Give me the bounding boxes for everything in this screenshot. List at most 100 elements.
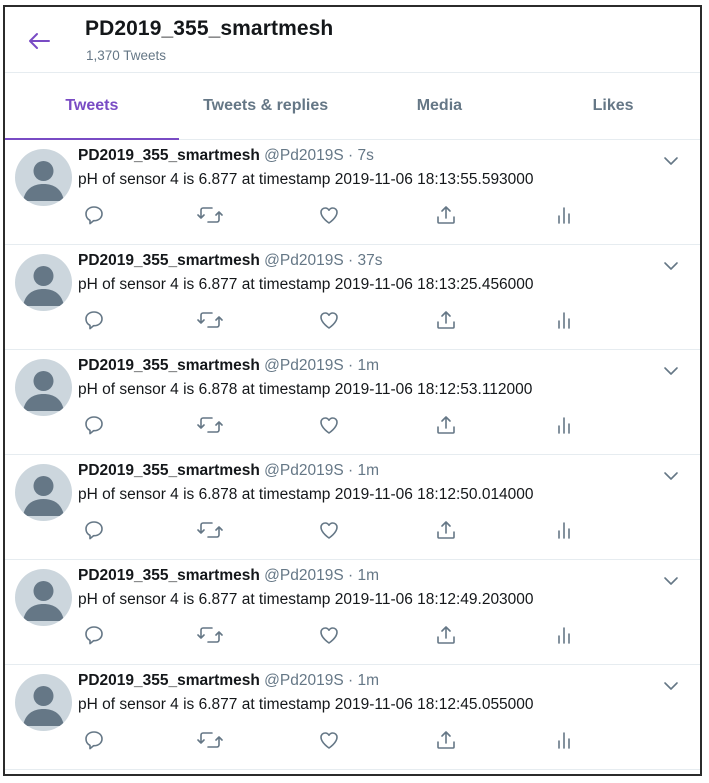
- tweet-separator: ·: [347, 567, 354, 584]
- share-icon: [435, 729, 457, 751]
- default-avatar-icon: [15, 149, 72, 206]
- tab-tweets[interactable]: Tweets: [5, 73, 179, 140]
- tweet-timestamp[interactable]: 1m: [357, 672, 379, 689]
- tweet[interactable]: PD2019_355_smartmesh @Pd2019S · 1m pH of…: [5, 665, 700, 770]
- analytics-button[interactable]: [552, 623, 576, 647]
- reply-icon: [83, 309, 105, 331]
- tweet[interactable]: PD2019_355_smartmesh @Pd2019S · 1m pH of…: [5, 560, 700, 665]
- share-button[interactable]: [434, 518, 458, 542]
- tweet-author-handle: @Pd2019S: [264, 252, 344, 269]
- tweet-author-name[interactable]: PD2019_355_smartmesh: [78, 672, 260, 689]
- tweet-timestamp[interactable]: 1m: [357, 567, 379, 584]
- tweet-timestamp[interactable]: 7s: [357, 147, 373, 164]
- share-icon: [435, 414, 457, 436]
- retweet-button[interactable]: [197, 203, 223, 227]
- like-button[interactable]: [317, 518, 341, 542]
- tweet-author-name[interactable]: PD2019_355_smartmesh: [78, 252, 260, 269]
- reply-button[interactable]: [82, 308, 106, 332]
- tweet-timestamp[interactable]: 1m: [357, 462, 379, 479]
- tweet-author-name[interactable]: PD2019_355_smartmesh: [78, 462, 260, 479]
- reply-icon: [83, 414, 105, 436]
- chevron-down-icon: [662, 258, 680, 274]
- tweet-menu-button[interactable]: [662, 363, 680, 379]
- avatar[interactable]: [15, 674, 72, 731]
- like-button[interactable]: [317, 203, 341, 227]
- retweet-icon: [197, 519, 223, 541]
- reply-button[interactable]: [82, 203, 106, 227]
- tweet-author-name[interactable]: PD2019_355_smartmesh: [78, 147, 260, 164]
- avatar[interactable]: [15, 464, 72, 521]
- retweet-button[interactable]: [197, 623, 223, 647]
- reply-icon: [83, 624, 105, 646]
- tweet-menu-button[interactable]: [662, 573, 680, 589]
- reply-button[interactable]: [82, 728, 106, 752]
- arrow-left-icon: [28, 32, 50, 50]
- tab-likes[interactable]: Likes: [526, 73, 700, 139]
- share-icon: [435, 204, 457, 226]
- tweet-author-name[interactable]: PD2019_355_smartmesh: [78, 357, 260, 374]
- tweet-separator: ·: [347, 462, 354, 479]
- like-button[interactable]: [317, 623, 341, 647]
- analytics-icon: [553, 624, 575, 646]
- tweet-separator: ·: [347, 252, 354, 269]
- analytics-button[interactable]: [552, 728, 576, 752]
- analytics-icon: [553, 414, 575, 436]
- tweet-text: pH of sensor 4 is 6.877 at timestamp 201…: [78, 276, 534, 293]
- analytics-button[interactable]: [552, 308, 576, 332]
- analytics-button[interactable]: [552, 413, 576, 437]
- avatar[interactable]: [15, 359, 72, 416]
- like-button[interactable]: [317, 728, 341, 752]
- tweet[interactable]: PD2019_355_smartmesh @Pd2019S · 1m pH of…: [5, 455, 700, 560]
- analytics-button[interactable]: [552, 203, 576, 227]
- like-icon: [318, 519, 340, 541]
- retweet-button[interactable]: [197, 308, 223, 332]
- tab-tweets-and-replies[interactable]: Tweets & replies: [179, 73, 353, 139]
- reply-button[interactable]: [82, 518, 106, 542]
- tab-media[interactable]: Media: [353, 73, 527, 139]
- retweet-button[interactable]: [197, 518, 223, 542]
- tweet-actions: [78, 203, 598, 229]
- reply-button[interactable]: [82, 623, 106, 647]
- default-avatar-icon: [15, 359, 72, 416]
- like-icon: [318, 309, 340, 331]
- tweet[interactable]: PD2019_355_smartmesh @Pd2019S · 37s pH o…: [5, 245, 700, 350]
- like-button[interactable]: [317, 413, 341, 437]
- tweet-header: PD2019_355_smartmesh @Pd2019S · 1m: [78, 567, 379, 585]
- retweet-button[interactable]: [197, 728, 223, 752]
- reply-button[interactable]: [82, 413, 106, 437]
- share-button[interactable]: [434, 728, 458, 752]
- share-button[interactable]: [434, 413, 458, 437]
- tweet[interactable]: PD2019_355_smartmesh @Pd2019S · 7s pH of…: [5, 140, 700, 245]
- like-icon: [318, 414, 340, 436]
- avatar[interactable]: [15, 569, 72, 626]
- tweet[interactable]: PD2019_355_smartmesh @Pd2019S · 1m pH of…: [5, 350, 700, 455]
- tweet-menu-button[interactable]: [662, 468, 680, 484]
- share-button[interactable]: [434, 203, 458, 227]
- avatar[interactable]: [15, 254, 72, 311]
- tweet-author-name[interactable]: PD2019_355_smartmesh: [78, 567, 260, 584]
- chevron-down-icon: [662, 153, 680, 169]
- tweet-menu-button[interactable]: [662, 258, 680, 274]
- analytics-button[interactable]: [552, 518, 576, 542]
- tweet-menu-button[interactable]: [662, 153, 680, 169]
- tweet-header: PD2019_355_smartmesh @Pd2019S · 1m: [78, 672, 379, 690]
- share-button[interactable]: [434, 308, 458, 332]
- tweet-timestamp[interactable]: 37s: [357, 252, 382, 269]
- share-button[interactable]: [434, 623, 458, 647]
- tweet-author-handle: @Pd2019S: [264, 147, 344, 164]
- tweet-actions: [78, 623, 598, 649]
- analytics-icon: [553, 204, 575, 226]
- profile-header: PD2019_355_smartmesh 1,370 Tweets: [5, 7, 700, 73]
- avatar[interactable]: [15, 149, 72, 206]
- tweet-menu-button[interactable]: [662, 678, 680, 694]
- tweet-actions: [78, 413, 598, 439]
- retweet-button[interactable]: [197, 413, 223, 437]
- tweet-timestamp[interactable]: 1m: [357, 357, 379, 374]
- chevron-down-icon: [662, 363, 680, 379]
- tweet-text: pH of sensor 4 is 6.877 at timestamp 201…: [78, 171, 534, 188]
- like-button[interactable]: [317, 308, 341, 332]
- back-button[interactable]: [21, 26, 57, 56]
- share-icon: [435, 309, 457, 331]
- default-avatar-icon: [15, 464, 72, 521]
- tweet-author-handle: @Pd2019S: [264, 357, 344, 374]
